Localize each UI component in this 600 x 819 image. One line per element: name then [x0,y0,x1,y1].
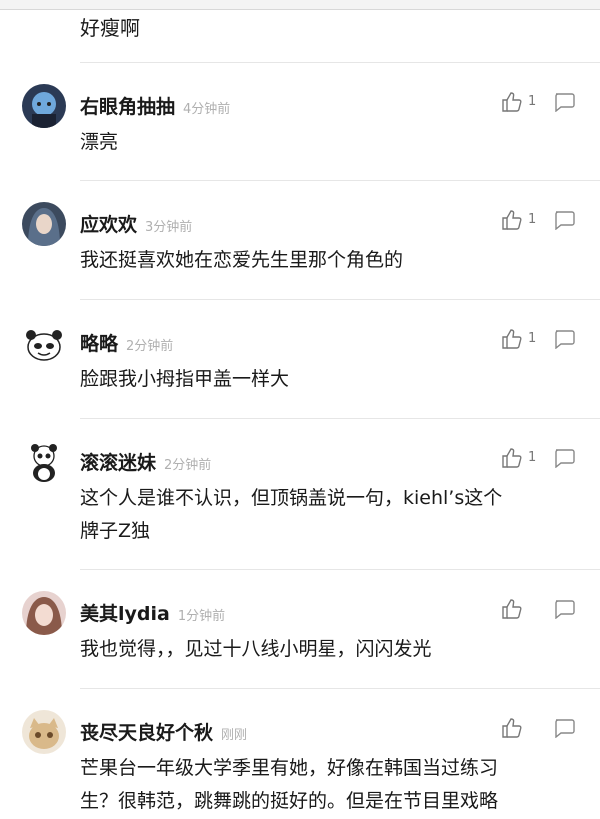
avatar[interactable] [22,591,66,635]
timestamp: 2分钟前 [164,458,212,473]
username[interactable]: 丧尽天良好个秋 刚刚 [80,718,247,745]
timestamp: 1分钟前 [177,609,226,624]
username[interactable]: 应欢欢 3分钟前 [80,210,192,237]
comment-item: 丧尽天良好个秋 刚刚 芒果台一年级大学季里有她，好像在韩国当过练习 生？很韩范，跳舞… [0,688,600,819]
comment-text: 我也觉得，，见过十八线小明星，闪闪发光 [80,638,432,660]
like-count: 1 [528,331,537,346]
comment-text: 漂亮 [80,131,119,153]
comment-text: 我还挺喜欢她在恋爱先生里那个角色的 [80,249,404,271]
timestamp: 2分钟前 [126,339,174,354]
avatar[interactable] [22,321,66,365]
timestamp: 4分钟前 [183,102,231,117]
comment-text: 这个人是谁不认识，但顶锅盖说一句，kiehl’s这个 牌子Z独 [80,487,503,542]
username[interactable]: 右眼角抽抽 4分钟前 [80,92,230,119]
thumbs-up-icon[interactable] [500,208,524,232]
thumbs-up-icon[interactable] [500,446,524,470]
avatar[interactable] [22,440,66,484]
comment-text: 好瘦啊 [80,16,140,40]
speech-bubble-icon[interactable] [553,599,575,620]
speech-bubble-icon[interactable] [553,329,575,350]
speech-bubble-icon[interactable] [553,718,575,739]
timestamp: 刚刚 [221,728,248,743]
speech-bubble-icon[interactable] [553,92,575,113]
comment-item: 应欢欢 3分钟前 我还挺喜欢她在恋爱先生里那个角色的 1 [0,180,600,299]
speech-bubble-icon[interactable] [553,448,575,469]
avatar[interactable] [22,84,66,128]
like-count: 1 [528,94,537,109]
avatar[interactable] [22,710,66,754]
comment-item: 右眼角抽抽 4分钟前 漂亮 1 [0,62,600,180]
comment-item: 美其lydia 1分钟前 我也觉得，，见过十八线小明星，闪闪发光 [0,569,600,688]
username[interactable]: 略略 2分钟前 [80,329,173,356]
comment-text: 芒果台一年级大学季里有她，好像在韩国当过练习 生？很韩范，跳舞跳的挺好的。但是在节… [80,757,499,812]
thumbs-up-icon[interactable] [500,327,524,351]
thumbs-up-icon[interactable] [500,716,524,740]
like-count: 1 [528,450,537,465]
thumbs-up-icon[interactable] [500,597,524,621]
comment-text: 脸跟我小拇指甲盖一样大 [80,368,290,390]
username[interactable]: 滚滚迷妹 2分钟前 [80,448,211,475]
avatar[interactable] [22,202,66,246]
comment-item: 略略 2分钟前 脸跟我小拇指甲盖一样大 1 [0,299,600,418]
timestamp: 3分钟前 [145,220,193,235]
username[interactable]: 美其lydia 1分钟前 [80,599,225,626]
thumbs-up-icon[interactable] [500,90,524,114]
speech-bubble-icon[interactable] [553,210,575,231]
like-count: 1 [528,212,537,227]
comment-item: 滚滚迷妹 2分钟前 这个人是谁不认识，但顶锅盖说一句，kiehl’s这个 牌子Z独 … [0,418,600,569]
top-border [0,0,600,10]
